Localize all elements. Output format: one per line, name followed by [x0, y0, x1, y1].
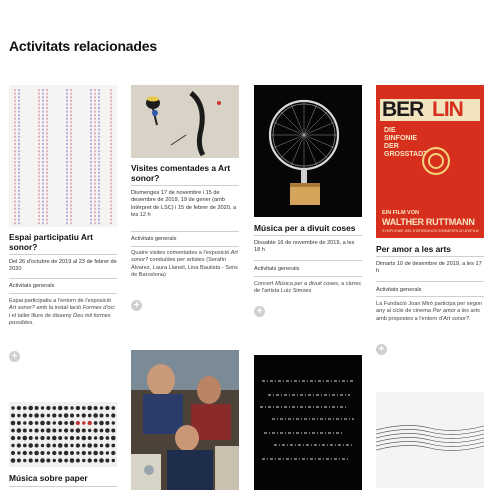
divider: [131, 185, 239, 186]
divider: [376, 296, 484, 297]
divider: [9, 278, 117, 279]
card-title[interactable]: Visites comentades a Art sonor?: [131, 163, 239, 183]
section-title: Activitats relacionades: [9, 38, 157, 54]
divider: [254, 235, 362, 236]
card-date: Dissabte 16 de novembre de 2019, a les 1…: [254, 240, 355, 254]
card-category[interactable]: Activitats generals: [9, 283, 117, 290]
card-image[interactable]: [254, 355, 362, 490]
card-title[interactable]: Música per a divuit coses: [254, 223, 362, 233]
card-image[interactable]: BER LIN DIE SINFONIE DER GROSSTADT EIN F…: [376, 85, 484, 238]
card-title[interactable]: Espai participatiu Art sonor?: [9, 232, 117, 252]
poster-spiral-icon: [422, 147, 450, 175]
plus-icon[interactable]: +: [9, 351, 20, 362]
card-category[interactable]: Activitats generals: [376, 287, 484, 294]
card-description: La Fundació Joan Miró participa per sego…: [376, 301, 483, 322]
poster-subtitle: DIE SINFONIE DER GROSSTADT: [384, 127, 428, 158]
card-date: Dimarts 10 de desembre de 2019, a les 17…: [376, 261, 482, 275]
divider: [376, 281, 484, 282]
card-title[interactable]: Per amor a les arts: [376, 244, 484, 254]
divider: [9, 293, 117, 294]
plus-icon[interactable]: +: [376, 344, 387, 355]
card-title[interactable]: Música sobre paper: [9, 473, 117, 483]
poster-director: WALTHER RUTTMANN: [382, 217, 475, 227]
divider: [254, 276, 362, 277]
card-image[interactable]: [131, 350, 239, 490]
card-image[interactable]: [376, 392, 484, 488]
plus-icon[interactable]: +: [254, 306, 265, 317]
card-category[interactable]: Activitats generals: [131, 236, 239, 243]
poster-bottom-line: SYMPHONIE WELTHEREBUNGS SOMMERFILM UFAFI…: [382, 229, 479, 233]
divider: [131, 246, 239, 247]
divider: [9, 486, 117, 487]
card-image[interactable]: [9, 85, 117, 227]
card-date: Del 26 d'octubre de 2019 al 23 de febrer…: [9, 259, 117, 273]
divider: [254, 260, 362, 261]
card-image[interactable]: [254, 85, 362, 217]
card-description: Concert Música per a divuit coses, a càr…: [254, 281, 362, 295]
card-description: Espai participatiu a l'entorn de l'expos…: [9, 298, 115, 327]
divider: [376, 256, 484, 257]
plus-icon[interactable]: +: [131, 300, 142, 311]
card-description: Quatre visites comentades a l'exposició …: [131, 250, 238, 279]
divider: [131, 231, 239, 232]
card-image[interactable]: [131, 85, 239, 158]
card-image[interactable]: [9, 402, 117, 467]
poster-film-line: EIN FILM VON: [382, 210, 419, 216]
berlin-poster: BER LIN DIE SINFONIE DER GROSSTADT EIN F…: [376, 85, 484, 238]
poster-word-lin: LIN: [432, 98, 464, 121]
card-date: Diumenges 17 de novembre i 15 de desembr…: [131, 190, 237, 219]
poster-word-ber: BER: [382, 98, 424, 121]
card-category[interactable]: Activitats generals: [254, 266, 362, 273]
divider: [9, 254, 117, 255]
